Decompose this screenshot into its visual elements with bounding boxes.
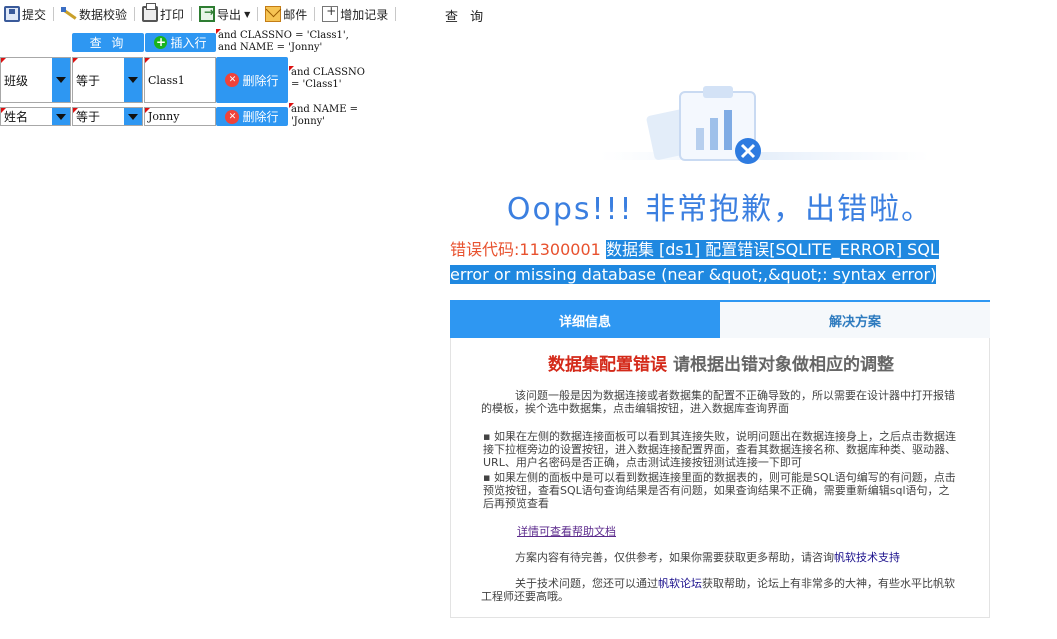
flag-marker [145,108,150,113]
flag-marker [1,58,6,63]
submit-button[interactable]: 提交 [2,3,48,25]
add-record-icon [322,4,339,22]
chevron-down-icon: ▼ [244,9,251,19]
panel-title: 数据集配置错误 请根据出错对象做相应的调整 [451,350,991,375]
forum-text-prefix: 关于技术问题，您还可以通过 [515,577,658,590]
print-label: 打印 [160,7,185,22]
sql-preview-all: and CLASSNO = 'Class1', and NAME = 'Jonn… [218,30,349,53]
toolbar-divider [314,7,316,21]
add-record-button[interactable]: 增加记录 [320,3,390,25]
flag-marker [145,58,150,63]
field-select-1[interactable]: 班级 [0,57,71,103]
flag-marker [73,108,78,113]
delete-row-label: 删除行 [242,73,279,88]
close-icon: ✕ [225,73,240,87]
toolbar-divider [257,7,259,21]
forum-link[interactable]: 帆软论坛 [658,577,702,590]
forum-paragraph: 关于技术问题，您还可以通过帆软论坛获取帮助，论坛上有非常多的大神，有些水平比帆软… [481,577,956,603]
field-select-value: 班级 [4,73,29,88]
tech-support-link[interactable]: 帆软技术支持 [834,551,900,564]
flag-marker [1,108,6,113]
save-icon [4,6,20,22]
operator-select-1[interactable]: 等于 [72,57,143,103]
toolbar-divider [191,7,193,21]
value-input-text: Jonny [148,110,180,123]
chevron-down-icon[interactable] [124,58,142,102]
bullet-dot: ▪ [483,430,494,443]
list-item: ▪ 如果左侧的面板中是可以看到数据连接里面的数据表的，则可能是SQL语句编写的有… [481,471,956,510]
validate-label: 数据校验 [79,7,128,22]
mail-button[interactable]: 邮件 [263,3,309,25]
chevron-down-icon[interactable] [52,108,70,125]
chevron-down-icon[interactable] [52,58,70,102]
chevron-down-icon[interactable] [124,108,142,125]
bullet-dot: ▪ [483,471,494,484]
export-icon [199,5,216,22]
delete-row-button-2[interactable]: ✕ 删除行 [216,107,288,126]
panel-title-error: 数据集配置错误 [548,355,668,375]
sql-preview-row-2: and NAME = 'Jonny' [291,104,359,127]
print-button[interactable]: 打印 [140,3,186,25]
value-input-text: Class1 [148,73,185,87]
printer-icon [142,3,159,22]
field-select-value: 姓名 [4,110,29,124]
mail-label: 邮件 [283,7,308,22]
insert-row-button[interactable]: + 插入行 [145,33,216,52]
operator-select-value: 等于 [76,110,101,124]
sql-preview-row-1: and CLASSNO = 'Class1' [291,67,365,90]
support-text: 方案内容有待完善，仅供参考，如果你需要获取更多帮助，请咨询 [515,551,834,564]
error-code: 错误代码:11300001 [450,240,601,259]
toolbar: 提交 数据校验 打印 导出 ▼ 邮件 增加记录 查 询 [0,0,1057,28]
mail-icon [265,6,282,22]
toolbar-divider [53,7,55,21]
delete-row-button-1[interactable]: ✕ 删除行 [216,57,288,103]
field-select-2[interactable]: 姓名 [0,107,71,126]
operator-select-2[interactable]: 等于 [72,107,143,126]
support-paragraph: 方案内容有待完善，仅供参考，如果你需要获取更多帮助，请咨询帆软技术支持 [481,551,956,564]
error-title: Oops!!! 非常抱歉，出错啦。 [506,192,934,227]
help-link-row: 详情可查看帮助文档 [517,525,992,538]
toolbar-divider [134,7,136,21]
value-input-2[interactable]: Jonny [144,107,216,126]
insert-row-label: 插入行 [170,36,207,50]
validate-button[interactable]: 数据校验 [59,3,129,25]
toolbar-divider [395,7,397,21]
error-tabs: 详细信息 解决方案 [450,300,990,338]
plus-icon: + [154,35,168,49]
operator-select-value: 等于 [76,73,101,88]
details-paragraph: 该问题一般是因为数据连接或者数据集的配置不正确导致的，所以需要在设计器中打开报错… [481,389,955,415]
flag-marker [73,58,78,63]
validate-icon [61,6,77,22]
close-icon: ✕ [225,109,240,124]
export-label: 导出 [217,7,242,22]
add-record-label: 增加记录 [340,7,389,22]
tab-details[interactable]: 详细信息 [450,302,720,338]
delete-row-label: 删除行 [242,110,279,124]
query-button[interactable]: 查 询 [72,33,144,52]
value-input-1[interactable]: Class1 [144,57,216,103]
submit-label: 提交 [22,7,47,22]
list-item-text: 如果在左侧的数据连接面板可以看到其连接失败，说明问题出在数据连接身上，之后点击数… [483,430,956,469]
panel-title-hint: 请根据出错对象做相应的调整 [672,355,894,375]
page-title: 查 询 [445,10,488,25]
help-doc-link[interactable]: 详情可查看帮助文档 [517,525,616,538]
export-button[interactable]: 导出 ▼ [197,3,252,25]
details-panel: 数据集配置错误 请根据出错对象做相应的调整 该问题一般是因为数据连接或者数据集的… [450,338,990,618]
tab-solution[interactable]: 解决方案 [720,302,990,338]
list-item: ▪ 如果在左侧的数据连接面板可以看到其连接失败，说明问题出在数据连接身上，之后点… [481,430,956,469]
list-item-text: 如果左侧的面板中是可以看到数据连接里面的数据表的，则可能是SQL语句编写的有问题… [483,471,956,510]
error-message: 错误代码:11300001 数据集 [ds1] 配置错误[SQLITE_ERRO… [450,237,970,287]
error-illustration [600,86,930,164]
